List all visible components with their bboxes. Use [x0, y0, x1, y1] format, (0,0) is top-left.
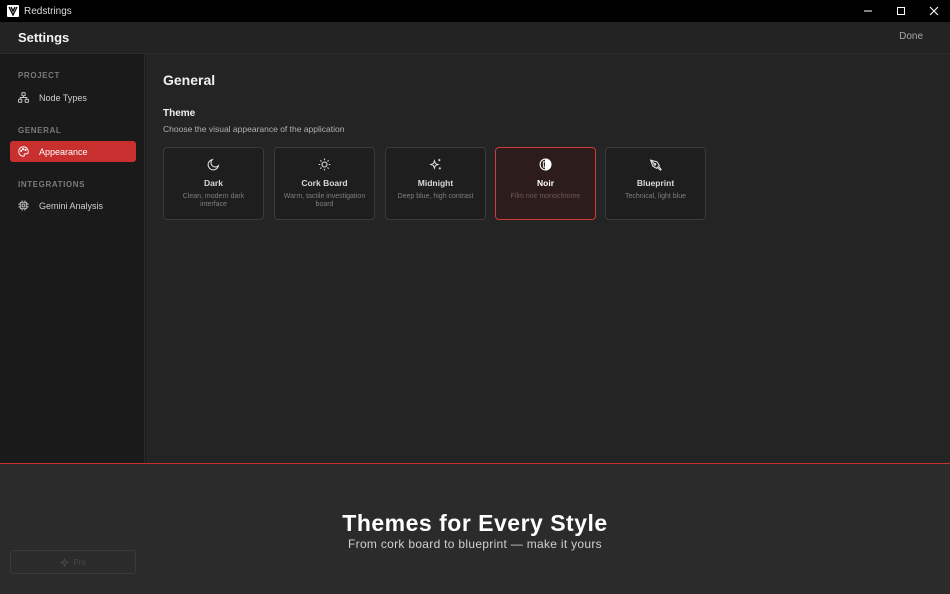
sun-icon [318, 158, 331, 171]
app-title: Redstrings [24, 5, 72, 17]
pen-tool-icon [649, 159, 662, 171]
theme-desc: Clean, modern dark interface [182, 193, 245, 208]
settings-header: Settings Done [0, 22, 950, 54]
theme-name: Midnight [417, 178, 454, 188]
theme-name: Noir [537, 178, 554, 188]
theme-desc: Technical, light blue [624, 193, 687, 200]
settings-main: General Theme Choose the visual appearan… [146, 54, 950, 463]
section-heading-general: General [163, 72, 216, 88]
banner-subtitle: From cork board to blueprint — make it y… [348, 537, 602, 551]
theme-card-cork-board[interactable]: Cork Board Warm, tactile investigation b… [274, 147, 375, 220]
close-icon [929, 6, 938, 16]
theme-desc: Warm, tactile investigation board [283, 193, 366, 208]
sidebar-item-label: Appearance [39, 146, 88, 157]
minimize-button[interactable] [851, 0, 884, 22]
sidebar-item-appearance[interactable]: Appearance [10, 141, 136, 162]
window-controls [851, 0, 950, 22]
promo-banner: Pro Themes for Every Style From cork boa… [0, 463, 950, 594]
theme-card-dark[interactable]: Dark Clean, modern dark interface [163, 147, 264, 220]
theme-name: Blueprint [636, 178, 675, 188]
app-logo-icon [7, 5, 19, 17]
chip-icon [18, 200, 29, 211]
theme-desc: Film noir monochrome [510, 193, 581, 200]
sidebar-section-integrations: INTEGRATIONS [18, 180, 86, 189]
theme-desc: Deep blue, high contrast [397, 193, 474, 200]
pro-button[interactable]: Pro [10, 550, 136, 574]
theme-card-midnight[interactable]: Midnight Deep blue, high contrast [385, 147, 486, 220]
theme-name: Cork Board [301, 178, 348, 188]
sidebar-section-project: PROJECT [18, 71, 60, 80]
moon-icon [207, 158, 220, 171]
window-titlebar: Redstrings [0, 0, 950, 22]
theme-heading: Theme [163, 108, 196, 119]
sparkles-icon [429, 158, 441, 170]
sidebar-section-general: GENERAL [18, 126, 62, 135]
sidebar-item-label: Gemini Analysis [39, 200, 104, 211]
theme-description: Choose the visual appearance of the appl… [163, 124, 345, 134]
palette-icon [18, 146, 29, 157]
contrast-icon [539, 158, 552, 171]
theme-name: Dark [204, 178, 223, 188]
done-button[interactable]: Done [899, 31, 923, 42]
sidebar-item-label: Node Types [39, 92, 87, 103]
pro-button-label: Pro [73, 557, 86, 567]
sidebar-item-node-types[interactable]: Node Types [10, 87, 136, 108]
close-button[interactable] [917, 0, 950, 22]
minimize-icon [863, 10, 872, 12]
banner-title: Themes for Every Style [342, 510, 608, 536]
settings-sidebar: PROJECT Node Types GENERAL Appearance IN… [0, 54, 145, 463]
page-title: Settings [18, 30, 70, 45]
sparkle-icon [60, 557, 70, 567]
theme-card-blueprint[interactable]: Blueprint Technical, light blue [605, 147, 706, 220]
sidebar-item-gemini-analysis[interactable]: Gemini Analysis [10, 195, 136, 216]
node-types-icon [18, 92, 29, 103]
maximize-button[interactable] [884, 0, 917, 22]
theme-card-noir[interactable]: Noir Film noir monochrome [495, 147, 596, 220]
maximize-icon [896, 7, 905, 15]
